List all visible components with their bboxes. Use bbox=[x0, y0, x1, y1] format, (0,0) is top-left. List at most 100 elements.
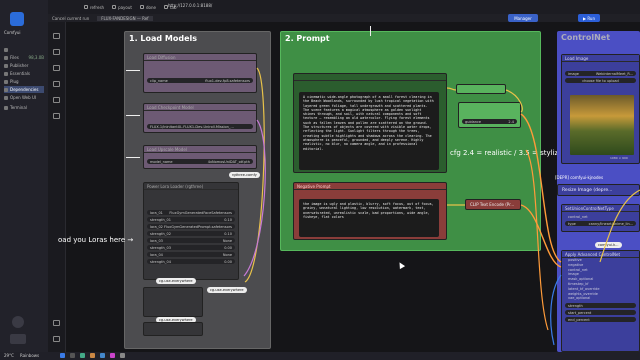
model-library-icon[interactable] bbox=[53, 81, 60, 87]
input-vae-optional[interactable]: vae_optional bbox=[568, 296, 639, 301]
payout-icon bbox=[112, 4, 117, 9]
guidance-widget[interactable]: guidance 2.4 bbox=[462, 119, 517, 124]
cfg-note: cfg 2.4 = realistic / 3.5 = stylized bbox=[450, 149, 567, 157]
sidebar-item-publisher[interactable]: Publisher bbox=[4, 62, 44, 69]
flux-guidance-node[interactable]: guidance 2.4 bbox=[458, 102, 521, 128]
tab-done[interactable]: done bbox=[139, 4, 156, 10]
node-library-icon[interactable] bbox=[53, 65, 60, 71]
sidebar-item-0[interactable] bbox=[4, 46, 44, 53]
load-checkpoint-node[interactable]: Load Checkpoint Model FLUX.1/ininitantXL… bbox=[143, 103, 257, 133]
positive-prompt-textarea[interactable]: A cinematic wide-angle photograph of a s… bbox=[299, 92, 439, 170]
load-diffusion-node[interactable]: Load Diffusion clip_name flux1-dev-fp8.sa… bbox=[143, 53, 257, 93]
node-title: Apply Advanced ControlNet bbox=[562, 251, 639, 258]
start-percent-slider[interactable]: start_percent bbox=[565, 310, 636, 316]
sidebar-item-terminal[interactable]: Terminal bbox=[4, 104, 44, 111]
sidebar-item-essentials[interactable]: Essentials bbox=[4, 70, 44, 77]
url-bar[interactable]: http://127.0.0.1:8188/ bbox=[168, 3, 212, 8]
app-icon[interactable] bbox=[90, 353, 95, 358]
package-icon bbox=[4, 87, 8, 92]
power-lora-loader-node[interactable]: Power Lora Loader (rgthree) lora_01 FluxG… bbox=[143, 182, 239, 280]
use-everywhere-node-2[interactable] bbox=[143, 322, 203, 336]
group-title: 2. Prompt bbox=[285, 34, 330, 43]
lora-02-widget[interactable]: lora_02 FluxGymGeneratedPrompt.safetensor… bbox=[147, 224, 235, 229]
reroute-node[interactable] bbox=[456, 84, 506, 94]
manager-button[interactable]: Manager bbox=[508, 14, 538, 22]
top-tab-bar: refresh payout done tab bbox=[48, 0, 640, 14]
publish-icon bbox=[4, 63, 8, 68]
use-everywhere-tag-2: cg-use-everywhere bbox=[207, 287, 247, 293]
use-everywhere-node[interactable] bbox=[143, 287, 203, 317]
strength-02-widget[interactable]: strength_02 0.10 bbox=[147, 231, 235, 236]
workflow-toolbar: Cancel current run FLUX-FANDESIGN — Ref bbox=[48, 14, 640, 22]
node-title: Load Image bbox=[562, 55, 639, 62]
lora-03-widget[interactable]: lora_03 None bbox=[147, 238, 235, 243]
history-icon[interactable] bbox=[53, 49, 60, 55]
image-select-widget[interactable]: image WebinternalMeet_R... bbox=[565, 71, 636, 76]
tab-payout[interactable]: payout bbox=[112, 4, 132, 10]
app-icon[interactable] bbox=[80, 353, 85, 358]
load-upscale-node[interactable]: Load Upscale Model model_name 4xNomosUniD… bbox=[143, 145, 257, 169]
set-union-controlnet-node[interactable]: SetUnionControlNetType control_net type c… bbox=[561, 204, 640, 232]
ckpt-name-widget[interactable]: FLUX.1/ininitantXL.FLUX1-Dev-Uniroll.Mis… bbox=[147, 124, 253, 129]
plug-icon bbox=[4, 79, 8, 84]
settings-gear-icon[interactable] bbox=[12, 316, 24, 328]
weather-temp[interactable]: 29°C bbox=[4, 353, 14, 358]
node-title bbox=[294, 74, 446, 81]
tab-refresh[interactable]: refresh bbox=[84, 4, 104, 10]
workflow-tab[interactable]: FLUX-FANDESIGN — Ref bbox=[97, 15, 153, 21]
controlnet-tooltip: comfyui-k... bbox=[595, 242, 622, 248]
globe-icon bbox=[4, 95, 8, 100]
account-avatar[interactable] bbox=[10, 334, 26, 344]
app-icon[interactable] bbox=[100, 353, 105, 358]
workflows-icon[interactable] bbox=[53, 97, 60, 103]
sidebar-item-files[interactable]: Files 98,3.0B bbox=[4, 54, 44, 61]
clip-text-encode-node[interactable]: CLIP Text Encode (Pr... bbox=[465, 199, 521, 210]
strength-01-widget[interactable]: strength_01 0.10 bbox=[147, 217, 235, 222]
load-image-node[interactable]: Load Image image WebinternalMeet_R... cho… bbox=[561, 54, 640, 164]
comfyui-logo-icon bbox=[10, 12, 24, 26]
clip-name-widget[interactable]: clip_name flux1-dev-fp8.safetensors bbox=[147, 78, 253, 83]
lora-01-widget[interactable]: lora_01 FluxGymGeneratedFaceSafetensors bbox=[147, 210, 235, 215]
node-title: Negative Prompt bbox=[294, 183, 446, 190]
strength-03-widget[interactable]: strength_03 0.00 bbox=[147, 245, 235, 250]
down-arrow-icon bbox=[370, 26, 371, 36]
end-percent-slider[interactable]: end_percent bbox=[565, 317, 636, 323]
group-title: 1. Load Models bbox=[129, 34, 198, 43]
negative-prompt-node[interactable]: Negative Prompt the image is ugly and pl… bbox=[293, 182, 447, 240]
resize-image-node[interactable]: Resize Image (depre... bbox=[557, 184, 640, 196]
folder-icon bbox=[4, 55, 8, 60]
positive-prompt-node[interactable]: A cinematic wide-angle photograph of a s… bbox=[293, 73, 447, 173]
model-name-widget[interactable]: model_name 4xNomosUniDAT_otf.pth bbox=[147, 159, 253, 164]
cancel-run-button[interactable]: Cancel current run bbox=[52, 16, 89, 21]
app-name: Comfyui bbox=[4, 30, 21, 35]
strength-04-widget[interactable]: strength_04 0.00 bbox=[147, 259, 235, 264]
home-icon bbox=[4, 47, 8, 52]
sidebar-item-dependencies[interactable]: Dependencies bbox=[4, 86, 44, 93]
negative-prompt-textarea[interactable]: the image is ugly and plastic, blurry, s… bbox=[299, 199, 439, 237]
app-sidebar: Comfyui Files 98,3.0B Publisher Essential… bbox=[0, 0, 48, 352]
arrow-line bbox=[126, 157, 140, 158]
node-title: Load Upscale Model bbox=[144, 146, 256, 153]
star-icon bbox=[4, 71, 8, 76]
settings-icon[interactable] bbox=[53, 336, 60, 342]
start-icon[interactable] bbox=[60, 353, 65, 358]
queue-icon[interactable] bbox=[53, 33, 60, 39]
app-icon[interactable] bbox=[110, 353, 115, 358]
app-icon[interactable] bbox=[120, 353, 125, 358]
os-taskbar: 29°C Rainbows bbox=[0, 352, 640, 360]
apply-advanced-controlnet-node[interactable]: Apply Advanced ControlNet positive negat… bbox=[561, 250, 640, 352]
run-button[interactable]: ▶ Run bbox=[578, 14, 600, 22]
control-net-input[interactable]: control_net bbox=[565, 214, 636, 219]
type-widget[interactable]: type canny/lineart/anime_lin... bbox=[565, 221, 636, 226]
search-icon[interactable] bbox=[70, 353, 75, 358]
node-title: Power Lora Loader (rgthree) bbox=[144, 183, 238, 190]
theme-toggle-icon[interactable] bbox=[53, 320, 60, 326]
node-title: SetUnionControlNetType bbox=[562, 205, 639, 212]
refresh-icon bbox=[84, 4, 88, 9]
sidebar-item-plug[interactable]: Plug bbox=[4, 78, 44, 85]
sidebar-item-open-web-ui[interactable]: Open Web UI bbox=[4, 94, 44, 101]
lora-04-widget[interactable]: lora_04 None bbox=[147, 252, 235, 257]
strength-slider[interactable]: strength bbox=[565, 303, 636, 309]
templates-icon[interactable] bbox=[53, 113, 60, 119]
choose-file-button[interactable]: choose file to upload bbox=[565, 78, 636, 83]
